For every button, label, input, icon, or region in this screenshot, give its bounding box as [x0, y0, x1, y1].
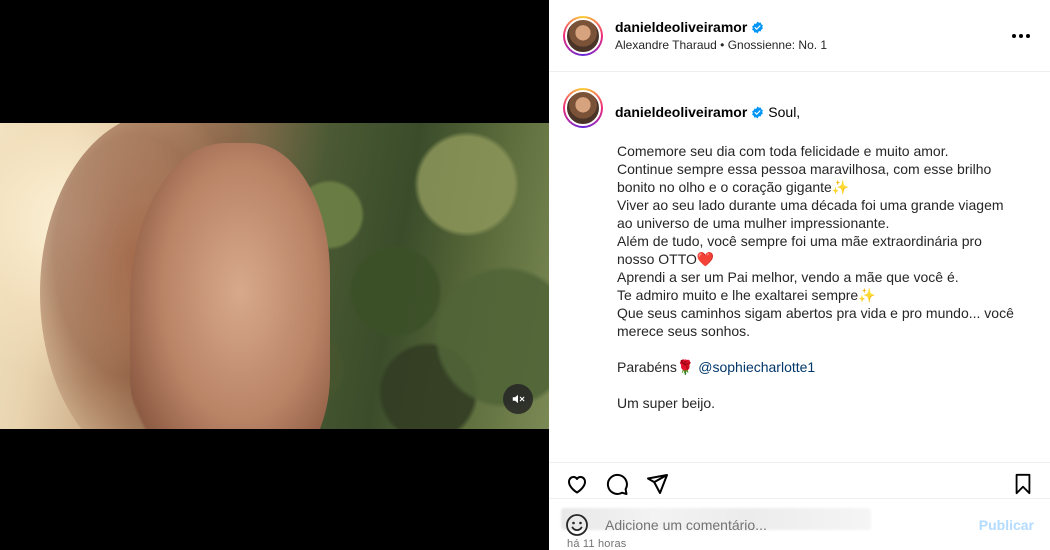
- mention-link[interactable]: @sophiecharlotte1: [698, 359, 815, 375]
- caption-line: Que seus caminhos sigam abertos pra vida…: [617, 305, 1014, 321]
- more-options-button[interactable]: [1010, 27, 1032, 45]
- like-button[interactable]: [563, 470, 591, 498]
- header-username[interactable]: danieldeoliveiramor: [615, 19, 747, 35]
- verified-badge-icon: [752, 21, 764, 33]
- share-button[interactable]: [643, 470, 671, 498]
- caption-username[interactable]: danieldeoliveiramor: [615, 103, 747, 121]
- bookmark-icon: [1015, 473, 1031, 495]
- caption-line: merece seus sonhos.: [617, 323, 751, 339]
- share-icon: [647, 473, 668, 494]
- media-pane: [0, 0, 549, 550]
- comment-input[interactable]: [605, 516, 979, 533]
- caption-line: Aprendi a ser um Pai melhor, vendo a mãe…: [617, 269, 959, 285]
- caption-closing: Um super beijo.: [617, 395, 716, 411]
- video-face: [130, 143, 330, 429]
- save-button[interactable]: [1010, 471, 1036, 497]
- caption-line: nosso OTTO❤️: [617, 251, 715, 267]
- caption-line: ao universo de uma mulher impressionante…: [617, 215, 890, 231]
- muted-speaker-icon: [512, 394, 525, 404]
- caption-line: Além de tudo, você sempre foi uma mãe ex…: [617, 233, 982, 249]
- heart-icon: [568, 475, 586, 493]
- verified-badge-icon: [752, 106, 764, 118]
- caption-line: Comemore seu dia com toda felicidade e m…: [617, 143, 949, 159]
- caption-line: bonito no olho e o coração gigante✨: [617, 179, 850, 195]
- comment-button[interactable]: [603, 470, 631, 498]
- avatar[interactable]: [563, 15, 603, 56]
- post-dialog: danieldeoliveiramor Alexandre Tharaud • …: [0, 0, 1050, 550]
- post-video[interactable]: [0, 123, 549, 429]
- emoji-smile-icon: [566, 513, 588, 536]
- caption-line: Continue sempre essa pessoa maravilhosa,…: [617, 161, 992, 177]
- caption-area: danieldeoliveiramor Soul, Comemore seu d…: [549, 72, 1050, 462]
- caption-parabens: Parabéns🌹: [617, 359, 695, 375]
- post-side-panel: danieldeoliveiramor Alexandre Tharaud • …: [549, 0, 1050, 550]
- caption-body: Comemore seu dia com toda felicidade e m…: [617, 142, 1036, 412]
- more-horizontal-icon: [1012, 34, 1016, 38]
- caption-first: Soul,: [768, 104, 801, 120]
- comment-icon: [606, 473, 628, 495]
- caption-line: Viver ao seu lado durante uma década foi…: [617, 197, 1004, 213]
- mute-button[interactable]: [503, 384, 533, 414]
- audio-track[interactable]: Alexandre Tharaud • Gnossienne: No. 1: [615, 38, 827, 52]
- comment-bar: Publicar: [549, 498, 1050, 550]
- caption-avatar[interactable]: [563, 88, 603, 128]
- header-text: danieldeoliveiramor Alexandre Tharaud • …: [615, 19, 827, 52]
- caption-line: Te admiro muito e lhe exaltarei sempre✨: [617, 287, 876, 303]
- post-header: danieldeoliveiramor Alexandre Tharaud • …: [549, 0, 1050, 72]
- publish-button[interactable]: Publicar: [979, 517, 1034, 533]
- emoji-button[interactable]: [565, 513, 589, 537]
